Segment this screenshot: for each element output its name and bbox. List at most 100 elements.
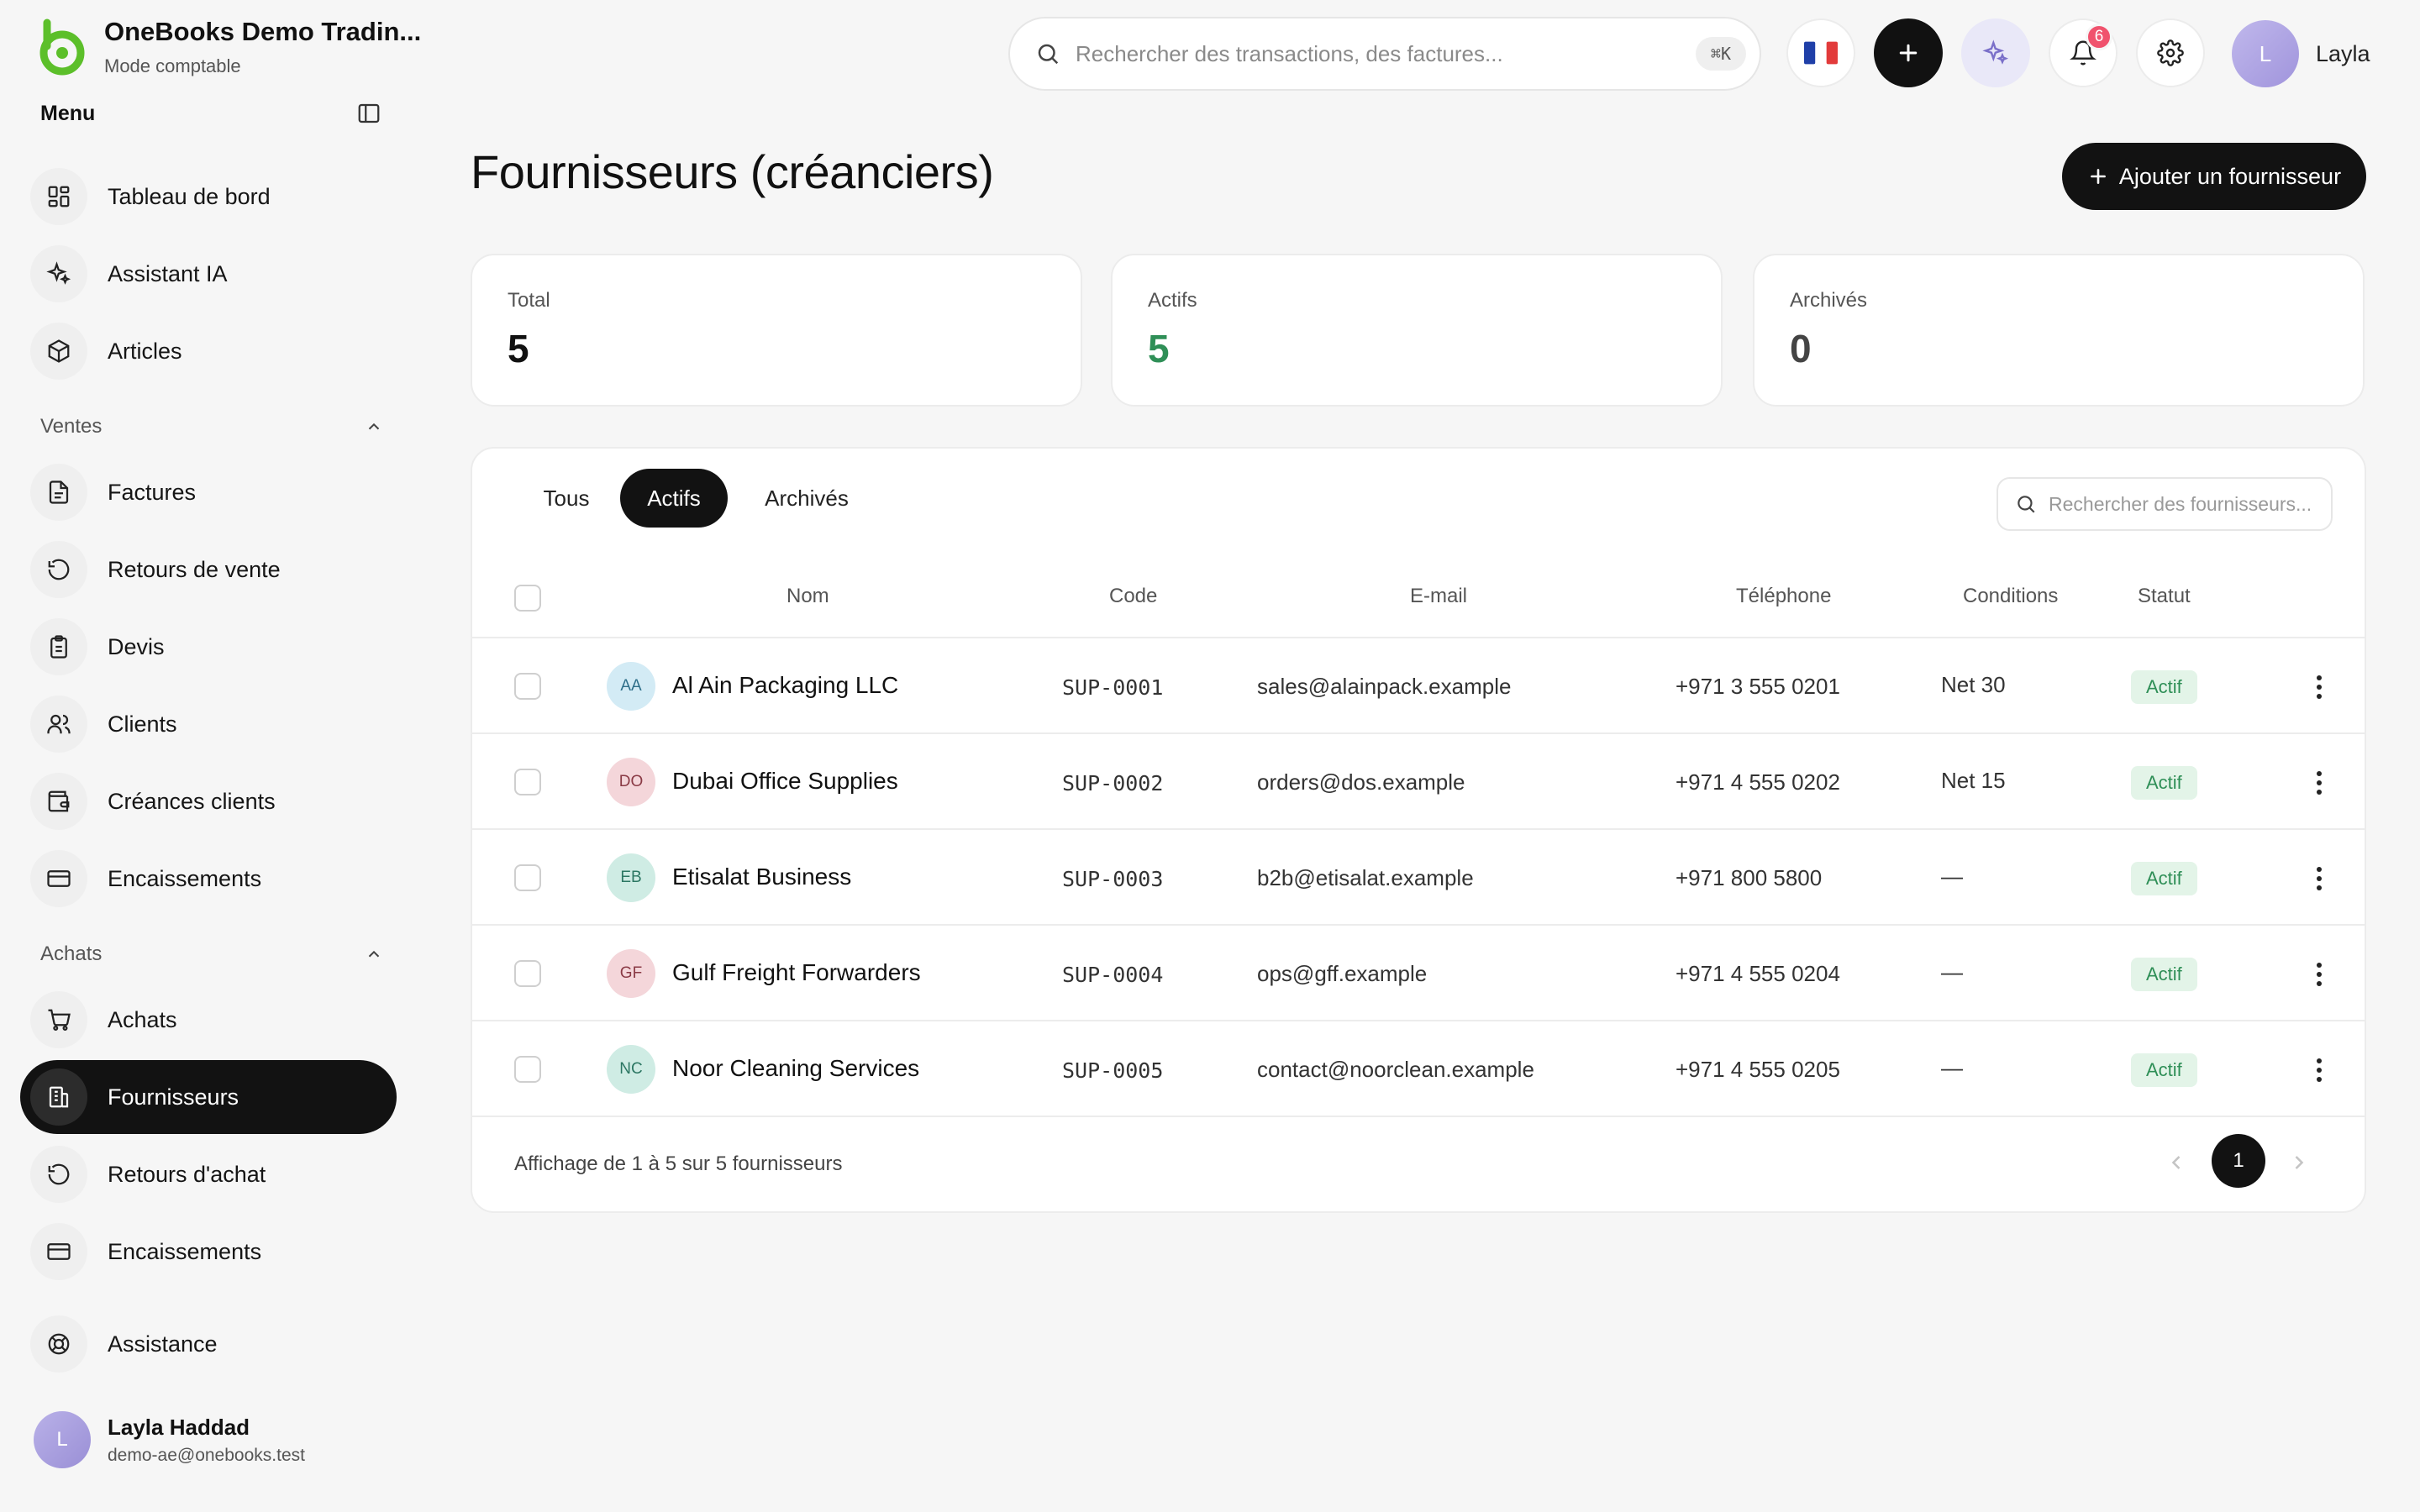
user-menu[interactable]: L Layla	[2232, 20, 2370, 87]
company-mode: Mode comptable	[104, 55, 241, 76]
sidebar-item-suppliers[interactable]: Fournisseurs	[20, 1060, 397, 1134]
tab-all[interactable]: Tous	[521, 469, 612, 528]
more-vertical-icon[interactable]	[2302, 670, 2336, 704]
notifications-button[interactable]: 6	[2049, 18, 2118, 87]
sidebar-item-label: Articles	[108, 338, 182, 364]
language-button[interactable]	[1786, 18, 1855, 87]
supplier-name[interactable]: Etisalat Business	[672, 864, 851, 890]
more-vertical-icon[interactable]	[2302, 958, 2336, 991]
quick-create-button[interactable]	[1874, 18, 1943, 87]
stat-value: 5	[508, 327, 529, 370]
sparkles-icon	[1982, 39, 2009, 65]
sidebar-item-receivables[interactable]: Créances clients	[20, 764, 397, 838]
supplier-email: sales@alainpack.example	[1257, 674, 1512, 699]
wallet-icon	[30, 773, 87, 830]
more-vertical-icon[interactable]	[2302, 1053, 2336, 1087]
avatar: L	[2232, 20, 2299, 87]
plus-icon	[2091, 169, 2106, 184]
plus-icon	[1899, 44, 1918, 62]
pagination-page-button[interactable]: 1	[2212, 1134, 2265, 1188]
sidebar-item-clients[interactable]: Clients	[20, 687, 397, 761]
select-all-checkbox[interactable]	[514, 585, 541, 612]
table-row[interactable]: AA Al Ain Packaging LLC SUP-0001 sales@a…	[472, 638, 2365, 734]
chevron-up-icon	[365, 945, 383, 963]
status-badge: Actif	[2131, 670, 2197, 704]
column-header-email[interactable]: E-mail	[1410, 585, 1467, 608]
row-checkbox[interactable]	[514, 769, 541, 795]
brand[interactable]: OneBooks Demo Tradin... Mode comptable	[32, 17, 421, 77]
row-checkbox[interactable]	[514, 960, 541, 987]
package-icon	[30, 323, 87, 380]
company-name: OneBooks Demo Tradin...	[104, 17, 422, 46]
row-checkbox[interactable]	[514, 673, 541, 700]
supplier-name[interactable]: Noor Cleaning Services	[672, 1055, 919, 1082]
sidebar-item-purchases[interactable]: Achats	[20, 983, 397, 1057]
sidebar-item-articles[interactable]: Articles	[20, 314, 397, 388]
stat-card-archived: Archivés 0	[1753, 254, 2365, 407]
sidebar-item-label: Créances clients	[108, 788, 276, 814]
more-vertical-icon[interactable]	[2302, 862, 2336, 895]
supplier-email: ops@gff.example	[1257, 961, 1428, 986]
more-vertical-icon[interactable]	[2302, 766, 2336, 800]
column-header-name[interactable]: Nom	[786, 585, 829, 608]
row-checkbox[interactable]	[514, 864, 541, 891]
page-title: Fournisseurs (créanciers)	[471, 145, 994, 198]
sidebar-item-ai-assistant[interactable]: Assistant IA	[20, 237, 397, 311]
sidebar-item-payments[interactable]: Encaissements	[20, 1215, 397, 1289]
ai-assistant-button[interactable]	[1961, 18, 2030, 87]
table-row[interactable]: EB Etisalat Business SUP-0003 b2b@etisal…	[472, 830, 2365, 926]
sidebar-item-purchase-returns[interactable]: Retours d'achat	[20, 1137, 397, 1211]
table-row[interactable]: NC Noor Cleaning Services SUP-0005 conta…	[472, 1021, 2365, 1117]
section-purchases[interactable]: Achats	[40, 942, 383, 966]
sidebar-item-sales-returns[interactable]: Retours de vente	[20, 533, 397, 606]
gear-icon	[2157, 39, 2184, 66]
menu-title: Menu	[40, 101, 96, 125]
supplier-phone: +971 4 555 0202	[1676, 769, 1840, 795]
settings-button[interactable]	[2136, 18, 2205, 87]
chevron-right-icon[interactable]	[2287, 1151, 2311, 1174]
status-badge: Actif	[2131, 862, 2197, 895]
table-row[interactable]: DO Dubai Office Supplies SUP-0002 orders…	[472, 734, 2365, 830]
sidebar-user[interactable]: L Layla Haddad demo-ae@onebooks.test	[34, 1411, 305, 1468]
global-search-input[interactable]: Rechercher des transactions, des facture…	[1008, 17, 1761, 91]
supplier-avatar: DO	[607, 758, 655, 806]
add-supplier-label: Ajouter un fournisseur	[2118, 163, 2342, 189]
chevron-up-icon	[365, 417, 383, 436]
sidebar-toggle-icon[interactable]	[355, 99, 383, 128]
column-header-status[interactable]: Statut	[2138, 585, 2191, 608]
section-sales[interactable]: Ventes	[40, 415, 383, 438]
supplier-name[interactable]: Gulf Freight Forwarders	[672, 959, 921, 986]
table-row[interactable]: GF Gulf Freight Forwarders SUP-0004 ops@…	[472, 926, 2365, 1021]
sidebar-item-label: Retours de vente	[108, 556, 281, 582]
menu-header: Menu	[40, 99, 383, 128]
sidebar-item-quotes[interactable]: Devis	[20, 610, 397, 684]
supplier-email: orders@dos.example	[1257, 769, 1465, 795]
tab-active[interactable]: Actifs	[620, 469, 728, 528]
sidebar-item-label: Tableau de bord	[108, 183, 271, 209]
invoice-icon	[30, 464, 87, 521]
supplier-terms: —	[1941, 959, 1963, 984]
column-header-phone[interactable]: Téléphone	[1736, 585, 1831, 608]
supplier-name[interactable]: Dubai Office Supplies	[672, 768, 898, 795]
sidebar-item-invoices[interactable]: Factures	[20, 455, 397, 529]
column-header-code[interactable]: Code	[1109, 585, 1157, 608]
sidebar: OneBooks Demo Tradin... Mode comptable M…	[0, 0, 421, 1512]
card-icon	[30, 850, 87, 907]
stat-label: Total	[508, 289, 550, 312]
row-checkbox[interactable]	[514, 1056, 541, 1083]
sidebar-item-collections[interactable]: Encaissements	[20, 842, 397, 916]
supplier-terms: Net 15	[1941, 768, 2006, 793]
sidebar-item-dashboard[interactable]: Tableau de bord	[20, 160, 397, 234]
sidebar-item-help[interactable]: Assistance	[20, 1307, 397, 1381]
add-supplier-button[interactable]: Ajouter un fournisseur	[2062, 143, 2366, 210]
stat-label: Archivés	[1790, 289, 1868, 312]
column-header-terms[interactable]: Conditions	[1963, 585, 2058, 608]
search-icon	[1035, 41, 1060, 66]
supplier-name[interactable]: Al Ain Packaging LLC	[672, 672, 898, 699]
user-email: demo-ae@onebooks.test	[108, 1445, 305, 1465]
users-icon	[30, 696, 87, 753]
sidebar-item-label: Achats	[108, 1006, 177, 1032]
chevron-left-icon[interactable]	[2165, 1151, 2188, 1174]
supplier-search-input[interactable]: Rechercher des fournisseurs...	[1996, 477, 2333, 531]
tab-archived[interactable]: Archivés	[743, 469, 871, 528]
